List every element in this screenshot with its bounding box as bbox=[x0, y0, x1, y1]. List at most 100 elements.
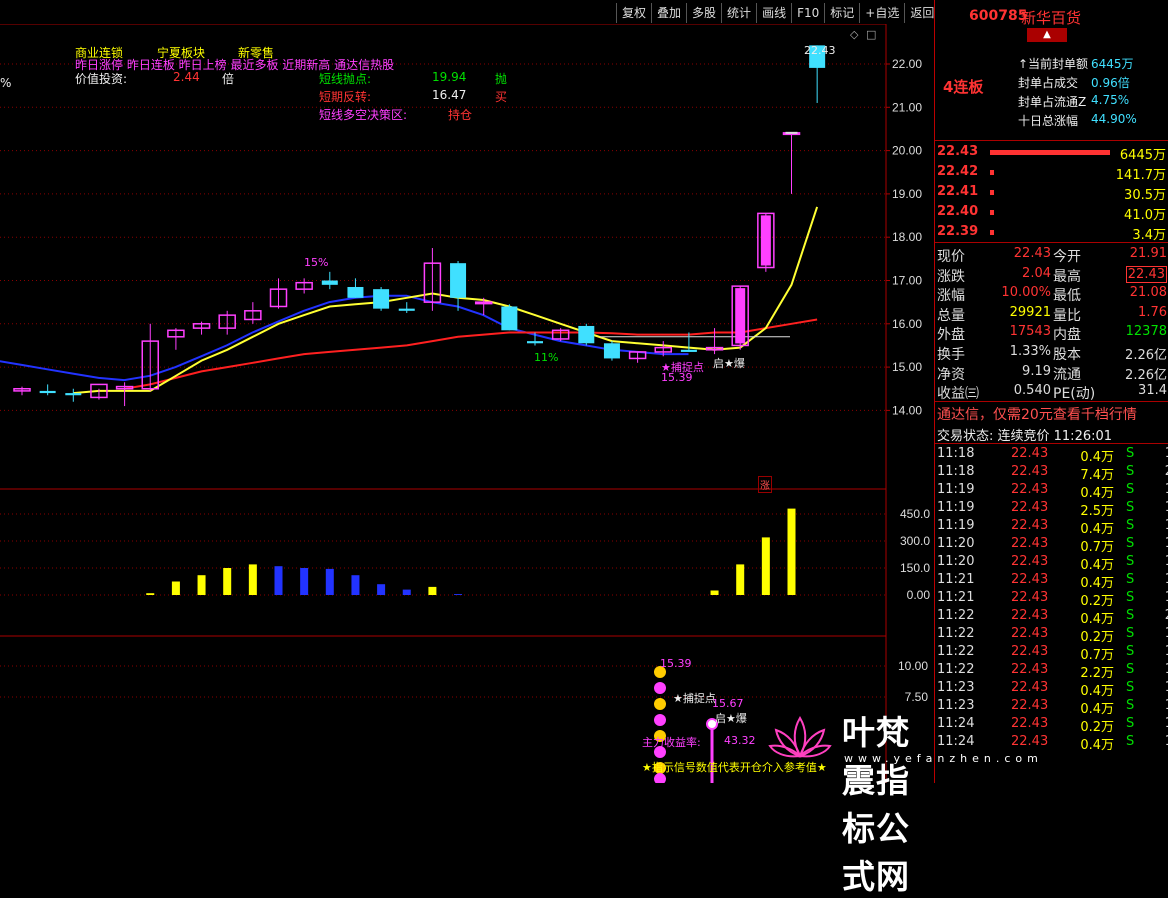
stock-code: 600785 bbox=[969, 8, 1028, 24]
candle-body-down bbox=[321, 280, 338, 285]
tick-side: S bbox=[1126, 626, 1135, 641]
tick-price: 22.43 bbox=[1011, 536, 1049, 551]
tick-time: 11:18 bbox=[937, 464, 975, 479]
ind-catch-label: ★捕捉点 bbox=[673, 692, 716, 705]
tick-time: 11:20 bbox=[937, 554, 975, 569]
quote-value: 1.76 bbox=[1138, 304, 1167, 320]
signal-icon bbox=[654, 714, 666, 726]
candle-body-fill bbox=[735, 288, 746, 344]
tick-time: 11:21 bbox=[937, 590, 975, 605]
bid-price: 22.43 bbox=[937, 144, 979, 159]
tick-volume: 0.2万 bbox=[1080, 594, 1114, 609]
quote-value: 2.04 bbox=[1022, 265, 1051, 281]
bid-price: 22.39 bbox=[937, 224, 979, 239]
decision-label: 短线多空决策区: bbox=[319, 108, 408, 122]
tick-time: 11:22 bbox=[937, 626, 975, 641]
toolbar-button-6[interactable]: 标记 bbox=[824, 3, 859, 23]
volume-bar bbox=[171, 581, 180, 595]
toolbar-button-0[interactable]: 复权 bbox=[616, 3, 651, 23]
bid-bar bbox=[990, 170, 994, 175]
quote-value: 1.33% bbox=[1009, 344, 1051, 359]
volume-bar bbox=[248, 564, 257, 595]
tick-time: 11:19 bbox=[937, 482, 975, 497]
candle-body-down bbox=[398, 308, 415, 311]
price-axis-label: 22.00 bbox=[892, 57, 922, 71]
price-axis-label: 21.00 bbox=[892, 100, 922, 114]
quote-label: 净资 bbox=[937, 366, 965, 383]
tick-volume: 0.2万 bbox=[1080, 630, 1114, 645]
seal-value: 44.90% bbox=[1091, 112, 1137, 126]
tick-time: 11:24 bbox=[937, 734, 975, 749]
candle-body-down bbox=[501, 306, 518, 331]
tick-time: 11:18 bbox=[937, 446, 975, 461]
candle-body-down bbox=[603, 343, 620, 359]
upgrade-ad[interactable]: 通达信，仅需20元查看千档行情 bbox=[937, 404, 1137, 424]
bid-bar bbox=[990, 190, 994, 195]
catch-point-value: 15.39 bbox=[661, 371, 693, 384]
quote-value: 0.540 bbox=[1013, 383, 1051, 399]
ind-start-label: 启★爆 bbox=[715, 712, 747, 725]
quote-label: 涨幅 bbox=[937, 288, 965, 305]
bid-price: 22.40 bbox=[937, 204, 979, 219]
quote-label: 收益㈢ bbox=[937, 386, 979, 403]
quote-label: 最高 bbox=[1053, 268, 1081, 285]
tick-side: S bbox=[1126, 572, 1135, 587]
tick-price: 22.43 bbox=[1011, 464, 1049, 479]
short-sell-tag: 抛 bbox=[495, 72, 508, 86]
bid-bar bbox=[990, 210, 994, 215]
tick-time: 11:23 bbox=[937, 698, 975, 713]
tick-price: 22.43 bbox=[1011, 626, 1049, 641]
tick-volume: 0.4万 bbox=[1080, 486, 1114, 501]
tick-volume: 0.4万 bbox=[1080, 702, 1114, 717]
quote-value: 2.26亿 bbox=[1125, 348, 1167, 363]
tick-side: S bbox=[1126, 734, 1135, 749]
ma5-line bbox=[73, 206, 819, 395]
tick-time: 11:20 bbox=[937, 536, 975, 551]
volume-bar bbox=[325, 568, 334, 595]
tick-price: 22.43 bbox=[1011, 554, 1049, 569]
tick-volume: 0.4万 bbox=[1080, 684, 1114, 699]
volume-axis-label: 150.0 bbox=[900, 561, 930, 575]
candle-body-down bbox=[373, 289, 390, 309]
bid-qty: 6445万 bbox=[1119, 148, 1166, 163]
volume-bar bbox=[197, 575, 206, 595]
price-axis-label: 19.00 bbox=[892, 187, 922, 201]
tick-side: S bbox=[1126, 662, 1135, 677]
toolbar-button-5[interactable]: F10 bbox=[791, 3, 824, 23]
signal-icon bbox=[654, 682, 666, 694]
toolbar-button-1[interactable]: 叠加 bbox=[651, 3, 686, 23]
pct-11-label: 11% bbox=[534, 351, 559, 364]
bid-price: 22.42 bbox=[937, 164, 979, 179]
ind-main-label: 主力收益率: bbox=[642, 736, 701, 749]
tick-price: 22.43 bbox=[1011, 680, 1049, 695]
price-axis-label: 20.00 bbox=[892, 144, 922, 158]
tick-volume: 0.4万 bbox=[1080, 612, 1114, 627]
decision-value: 持仓 bbox=[448, 108, 473, 122]
tick-time: 11:21 bbox=[937, 572, 975, 587]
tick-time: 11:19 bbox=[937, 518, 975, 533]
seal-label: ↑当前封单额 bbox=[1018, 57, 1089, 71]
toolbar-button-3[interactable]: 统计 bbox=[721, 3, 756, 23]
tick-volume: 0.4万 bbox=[1080, 576, 1114, 591]
candle-body-fill bbox=[760, 215, 771, 266]
kline-chart[interactable]: 22.00 21.00 20.00 19.00 18.00 17.00 16.00 15.00… bbox=[0, 23, 934, 785]
volume-bar bbox=[787, 508, 796, 595]
tick-side: S bbox=[1126, 716, 1135, 731]
volume-bar bbox=[351, 575, 360, 595]
lotus-logo-icon bbox=[768, 712, 832, 772]
tick-price: 22.43 bbox=[1011, 698, 1049, 713]
tick-side: S bbox=[1126, 482, 1135, 497]
tick-volume: 2.2万 bbox=[1080, 666, 1114, 681]
signal-icon bbox=[654, 698, 666, 710]
stock-name[interactable]: 新华百货 bbox=[1021, 7, 1081, 28]
tick-volume: 0.7万 bbox=[1080, 540, 1114, 555]
toolbar-button-7[interactable]: +自选 bbox=[859, 3, 904, 23]
toolbar-button-4[interactable]: 画线 bbox=[756, 3, 791, 23]
indicator-axis-label: 10.00 bbox=[898, 659, 928, 673]
collapse-button[interactable]: ▲ bbox=[1027, 28, 1067, 42]
volume-axis-label: 450.0 bbox=[900, 507, 930, 521]
candle-body-down bbox=[39, 390, 56, 394]
quote-panel: 600785 新华百货 ▲ 4连板 通达信，仅需20元查看千档行情 交易状态: … bbox=[934, 0, 1168, 783]
toolbar-button-2[interactable]: 多股 bbox=[686, 3, 721, 23]
tick-volume: 0.4万 bbox=[1080, 738, 1114, 753]
